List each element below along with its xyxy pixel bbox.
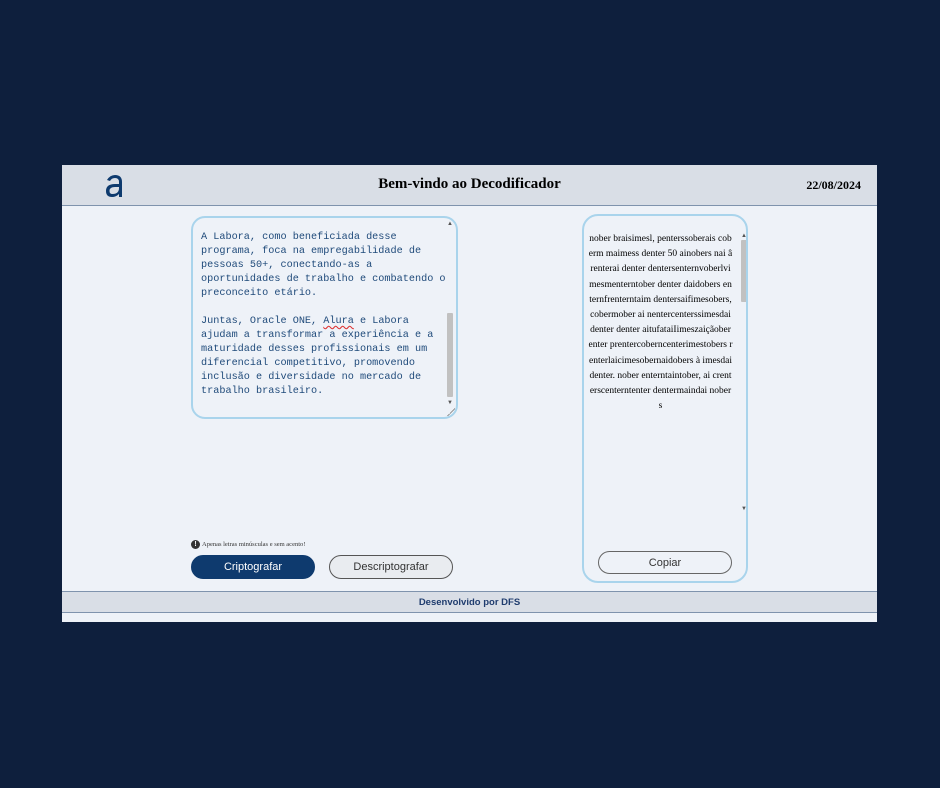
scrollbar-thumb[interactable] <box>447 313 453 397</box>
input-paragraph-2: Juntas, Oracle ONE, Alura e Labora ajuda… <box>201 316 440 397</box>
current-date: 22/08/2024 <box>806 178 861 192</box>
output-scrollbar[interactable]: ▲ ▼ <box>740 232 746 513</box>
scroll-up-icon[interactable]: ▲ <box>740 232 746 240</box>
decrypt-button[interactable]: Descriptografar <box>329 555 453 579</box>
input-paragraph-1: A Labora, como beneficiada desse program… <box>201 232 452 299</box>
footer: Desenvolvido por DFS <box>62 591 877 613</box>
output-panel: nober braisimesl, penterssoberais coberm… <box>582 214 748 583</box>
scroll-down-icon[interactable]: ▼ <box>446 399 454 407</box>
page-title: Bem-vindo ao Decodificador <box>378 176 561 192</box>
input-text: A Labora, como beneficiada desse program… <box>201 231 447 399</box>
encrypt-button[interactable]: Criptografar <box>191 555 315 579</box>
hint-text: Apenas letras minúsculas e sem acento! <box>202 541 306 548</box>
scroll-up-icon[interactable]: ▲ <box>446 220 454 228</box>
output-text: nober braisimesl, penterssoberais coberm… <box>588 234 733 412</box>
copy-button[interactable]: Copiar <box>598 551 732 574</box>
spellcheck-word: Alura <box>323 316 354 327</box>
input-textarea[interactable]: A Labora, como beneficiada desse program… <box>191 216 458 419</box>
app-window: Bem-vindo ao Decodificador 22/08/2024 A … <box>62 165 877 622</box>
header: Bem-vindo ao Decodificador 22/08/2024 <box>62 165 877 206</box>
input-scrollbar[interactable]: ▲ ▼ <box>446 220 454 407</box>
scroll-down-icon[interactable]: ▼ <box>740 505 746 513</box>
resize-handle-icon[interactable] <box>447 408 455 416</box>
scrollbar-thumb[interactable] <box>741 240 746 302</box>
input-hint: ! Apenas letras minúsculas e sem acento! <box>191 540 305 549</box>
info-icon: ! <box>191 540 200 549</box>
